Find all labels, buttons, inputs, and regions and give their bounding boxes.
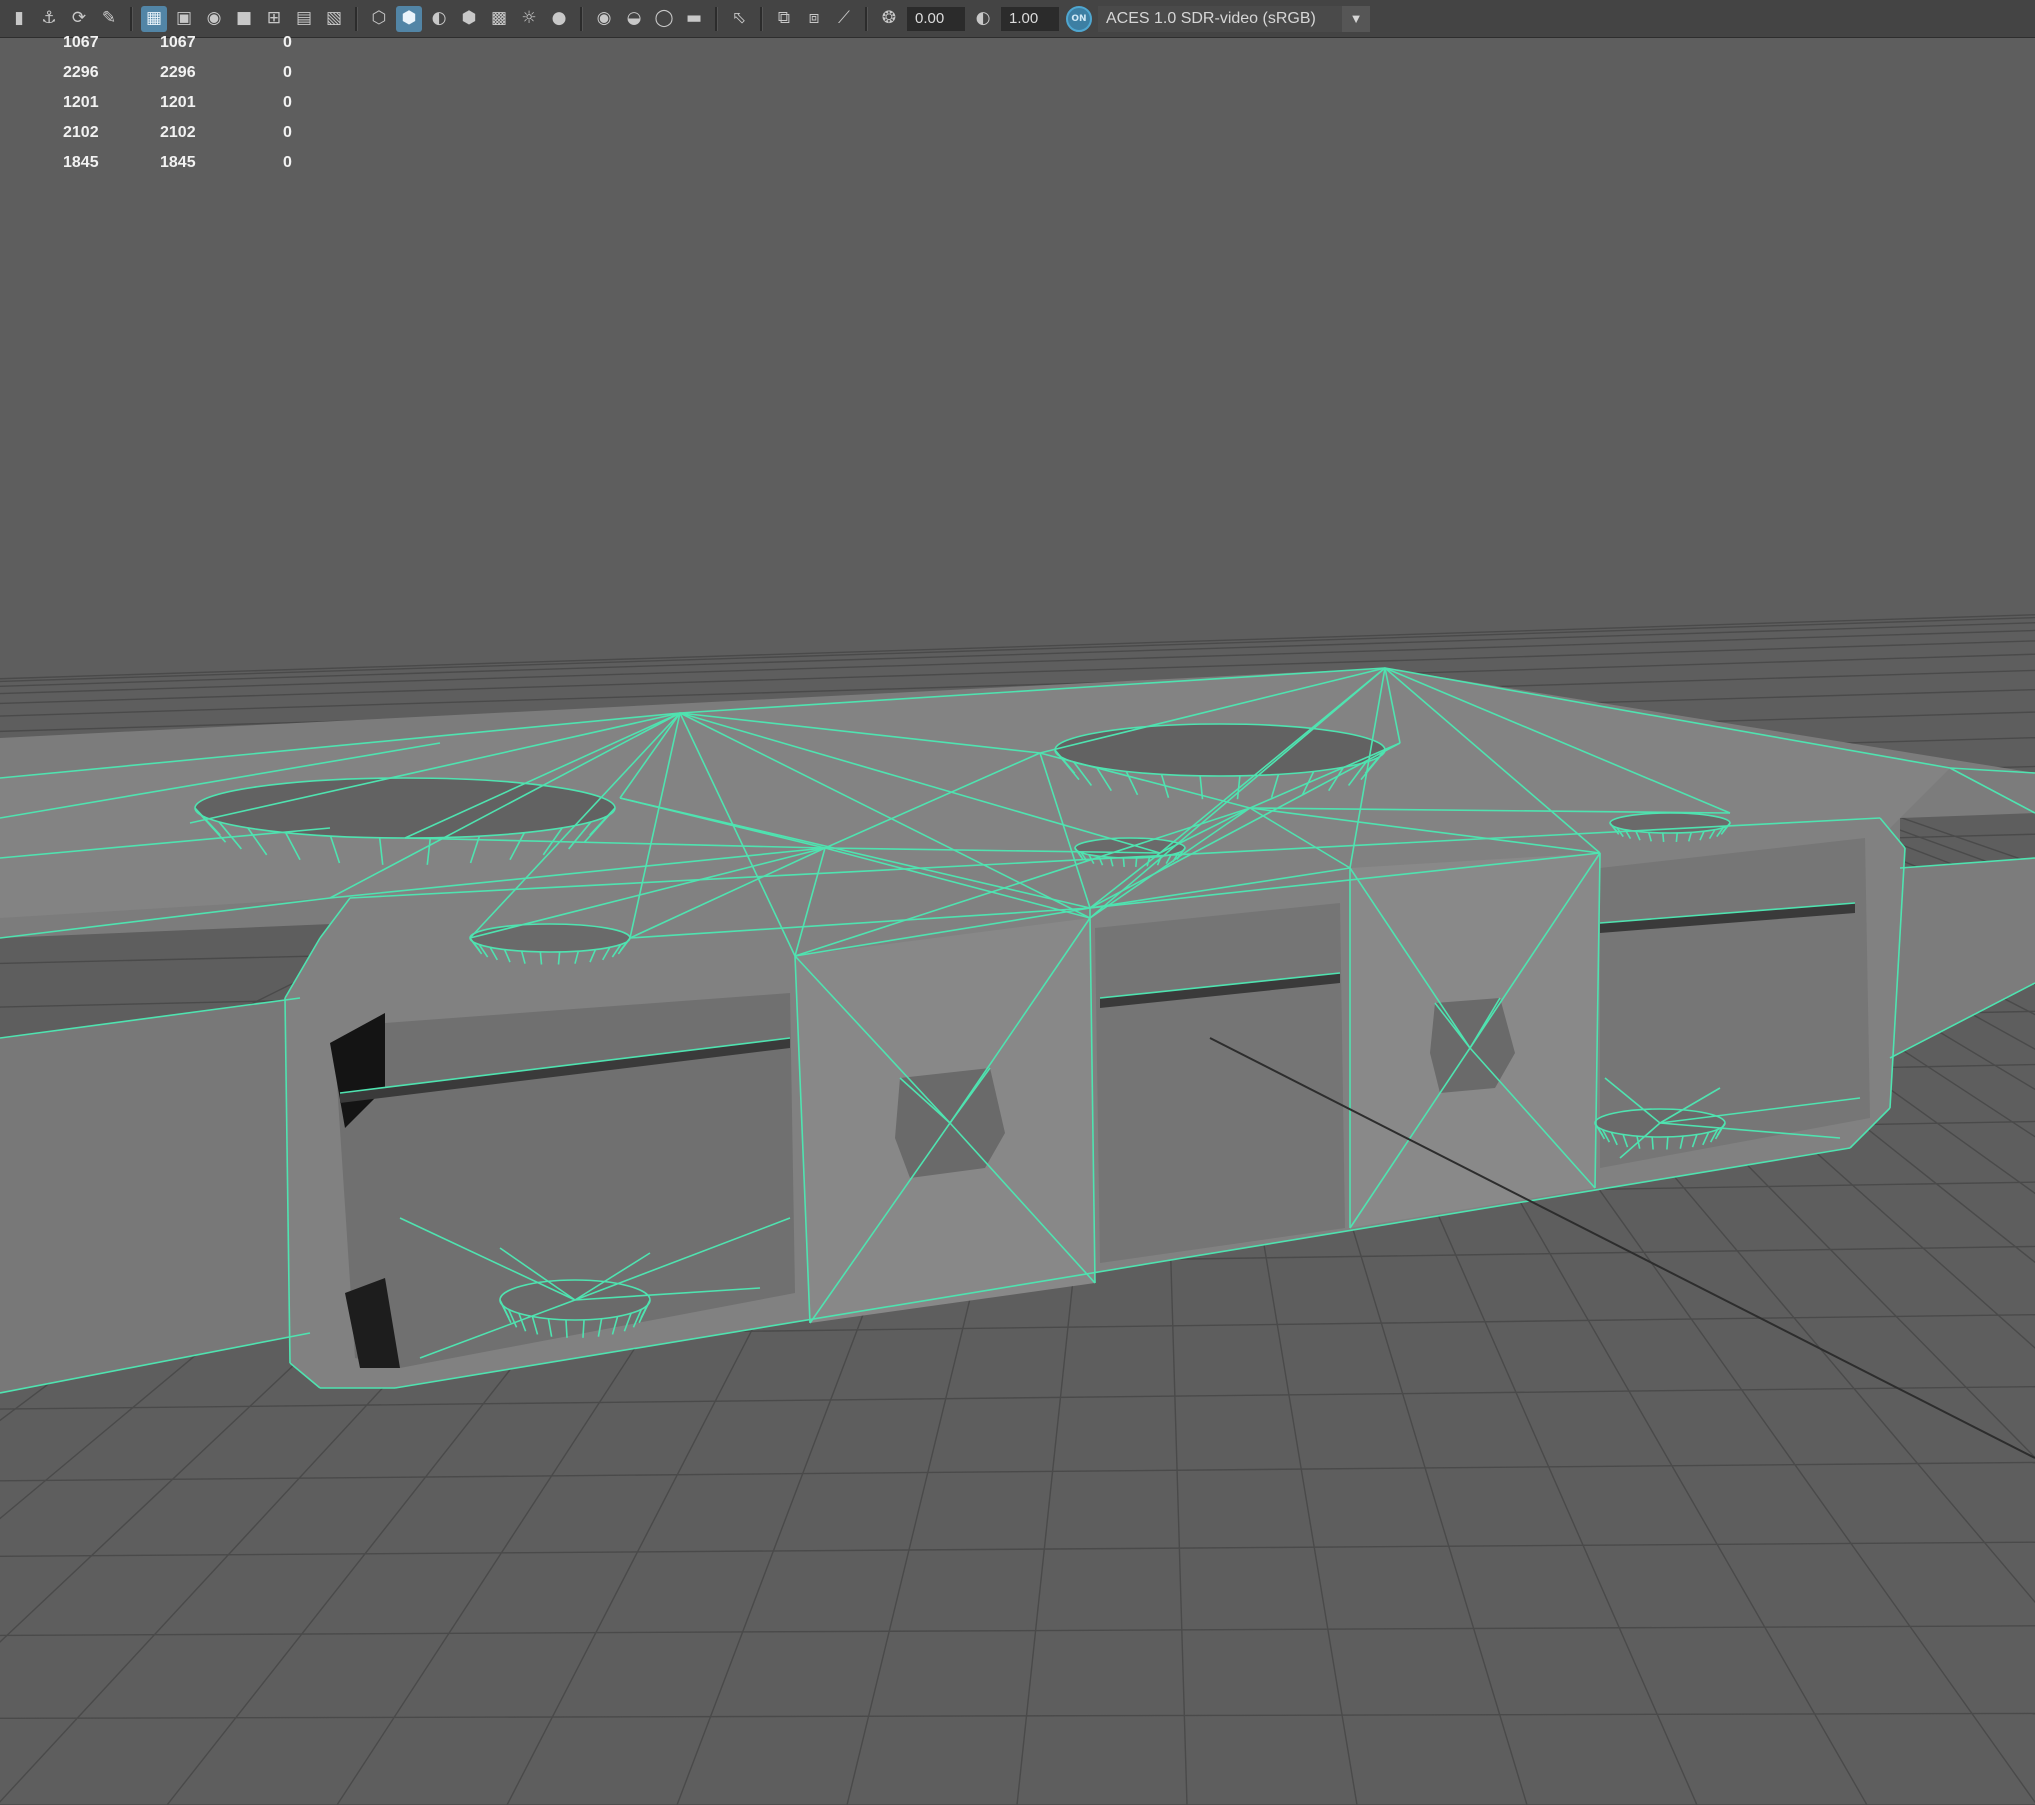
chevron-down-icon[interactable]: ▼ <box>1342 5 1370 32</box>
gate-mask-icon[interactable]: ■ <box>231 6 257 32</box>
wire-edge <box>582 1319 585 1338</box>
exposure-icon[interactable]: ❂ <box>876 6 902 32</box>
wire-edge <box>1675 832 1679 843</box>
hud-row: 1845 1845 0 <box>0 154 320 184</box>
default-material-icon[interactable]: ◐ <box>426 6 452 32</box>
color-management-toggle[interactable]: ON <box>1066 5 1092 32</box>
wireframe-icon[interactable]: ⬡ <box>366 6 392 32</box>
bookmark-icon[interactable]: ▮ <box>6 6 32 32</box>
gamma-icon[interactable]: ◐ <box>970 6 996 32</box>
hud-value: 0 <box>283 94 292 111</box>
hud-value: 1067 <box>160 34 196 51</box>
shaded-cube-icon[interactable]: ⬢ <box>456 6 482 32</box>
toolbar-separator <box>130 6 133 31</box>
snap-icon[interactable]: ⚓ <box>36 6 62 32</box>
hud-row: 2296 2296 0 <box>0 64 320 94</box>
hud-value: 2102 <box>63 124 99 141</box>
grid-icon[interactable]: ▦ <box>141 5 167 32</box>
mesh-left-rail <box>0 998 310 1393</box>
hud-row: 2102 2102 0 <box>0 124 320 154</box>
exposure-field[interactable]: 0.00 <box>907 6 965 31</box>
viewport-toolbar: ▮ ⚓ ⟳ ✎ ▦ ▣ ◉ ■ ⊞ ▤ ▧ ⬡ ⬢ ◐ ⬢ ▩ ☼ ● ◉ ◒ … <box>0 0 2035 38</box>
field-chart-icon[interactable]: ⊞ <box>261 6 287 32</box>
wire-edge <box>1666 1136 1669 1150</box>
color-space-dropdown[interactable]: ACES 1.0 SDR-video (sRGB) ▼ <box>1098 5 1370 32</box>
hud-value: 0 <box>283 124 292 141</box>
shadows-icon[interactable]: ● <box>546 6 572 32</box>
hud-row: 1201 1201 0 <box>0 94 320 124</box>
wire-edge <box>1135 857 1138 867</box>
gamma-field[interactable]: 1.00 <box>1001 6 1059 31</box>
toolbar-separator <box>760 6 763 31</box>
wire-edge <box>565 1319 568 1338</box>
hud-value: 2102 <box>160 124 196 141</box>
resolution-gate-icon[interactable]: ◉ <box>201 6 227 32</box>
hud-value: 0 <box>283 64 292 81</box>
anti-alias-icon[interactable]: ◯ <box>651 6 677 32</box>
toolbar-separator <box>580 6 583 31</box>
toolbar-separator <box>715 6 718 31</box>
safe-action-icon[interactable]: ▤ <box>291 6 317 32</box>
lights-icon[interactable]: ☼ <box>516 6 542 32</box>
xray-joints-icon[interactable]: ⧈ <box>801 6 827 32</box>
hud-value: 2296 <box>63 64 99 81</box>
toolbar-separator <box>355 6 358 31</box>
film-gate-icon[interactable]: ▣ <box>171 6 197 32</box>
hud-value: 2296 <box>160 64 196 81</box>
hud-value: 1067 <box>63 34 99 51</box>
wire-edge <box>1122 857 1125 867</box>
camera-move-icon[interactable]: ⟳ <box>66 6 92 32</box>
hud-value: 1845 <box>160 154 196 171</box>
3d-viewport[interactable] <box>0 38 2035 1805</box>
hud-value: 1845 <box>63 154 99 171</box>
wire-edge <box>1651 1136 1654 1150</box>
motion-blur-icon[interactable]: ◒ <box>621 6 647 32</box>
smooth-shade-icon[interactable]: ⬢ <box>396 5 422 32</box>
hud-value: 1201 <box>63 94 99 111</box>
isolate-select-icon[interactable]: ⬁ <box>726 6 752 32</box>
xray-icon[interactable]: ⧉ <box>771 6 797 32</box>
toolbar-separator <box>865 6 868 31</box>
poly-count-hud: 1067 1067 0 2296 2296 0 1201 1201 0 2102… <box>0 34 320 184</box>
ambient-occlusion-icon[interactable]: ◉ <box>591 6 617 32</box>
safe-title-icon[interactable]: ▧ <box>321 6 347 32</box>
paint-icon[interactable]: ✎ <box>96 6 122 32</box>
xray-components-icon[interactable]: ⟋ <box>831 6 857 32</box>
checker-icon[interactable]: ▩ <box>486 6 512 32</box>
wire-edge <box>1661 832 1665 843</box>
hud-row: 1067 1067 0 <box>0 34 320 64</box>
depth-of-field-icon[interactable]: ▬ <box>681 6 707 32</box>
mesh-center-inset <box>1095 903 1345 1263</box>
hud-value: 1201 <box>160 94 196 111</box>
color-space-label: ACES 1.0 SDR-video (sRGB) <box>1106 9 1316 27</box>
hud-value: 0 <box>283 154 292 171</box>
hud-value: 0 <box>283 34 292 51</box>
